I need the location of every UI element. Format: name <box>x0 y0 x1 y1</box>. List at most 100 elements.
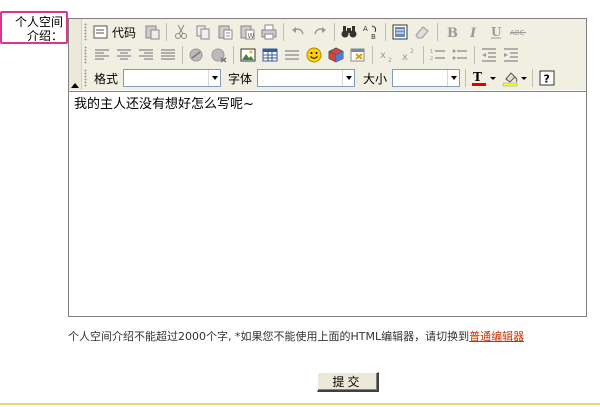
unordered-list-icon <box>452 49 467 60</box>
undo-button[interactable] <box>287 21 309 43</box>
svg-text:x: x <box>380 50 386 61</box>
print-button[interactable] <box>258 21 280 43</box>
align-center-button[interactable] <box>113 44 135 66</box>
justify-icon <box>161 49 175 60</box>
toolbar-grip-icon <box>84 46 87 64</box>
rich-text-editor: 代码 W A B B I U x 2 x 2 1 2 格式 字体 大小 T ? … <box>68 18 587 317</box>
ordered-list-icon: 12 <box>430 49 445 62</box>
paste-word-button[interactable]: W <box>236 21 258 43</box>
plain-editor-link[interactable]: 普通编辑器 <box>469 330 524 343</box>
special-char-button[interactable] <box>325 44 347 66</box>
cut-button[interactable] <box>170 21 192 43</box>
unlink-button[interactable] <box>208 44 230 66</box>
size-select[interactable] <box>392 69 460 87</box>
toolbar-row-3: 格式 字体 大小 T ? <box>82 67 586 89</box>
smiley-icon <box>306 47 322 63</box>
bold-button[interactable]: B <box>441 21 463 43</box>
outdent-icon <box>482 48 496 62</box>
table-icon <box>262 48 278 62</box>
redo-button[interactable] <box>309 21 331 43</box>
paste-button[interactable] <box>141 21 163 43</box>
replace-icon: AB <box>363 25 377 41</box>
editor-toolbar: 代码 W A B B I U x 2 x 2 1 2 格式 字体 大小 T ? <box>69 19 586 90</box>
toolbar-separator <box>233 46 234 64</box>
paste-icon <box>145 25 160 40</box>
format-label: 格式 <box>93 71 118 86</box>
ordered-list-button[interactable]: 12 <box>427 44 449 66</box>
source-code-button[interactable]: 代码 <box>91 21 137 43</box>
align-center-icon <box>117 49 131 60</box>
toolbar-row-1: 代码 W A B B I U <box>82 21 586 43</box>
font-select[interactable] <box>257 69 355 87</box>
chevron-down-icon[interactable] <box>208 70 220 86</box>
toolbar-separator <box>532 69 533 87</box>
cut-icon <box>175 24 187 39</box>
toolbar-separator <box>334 23 335 41</box>
toolbar-row-2: x2 x2 12 <box>82 44 586 66</box>
table-button[interactable] <box>259 44 281 66</box>
italic-button[interactable]: I <box>463 21 485 43</box>
align-right-icon <box>139 49 153 60</box>
editor-content-area[interactable]: 我的主人还没有想好怎么写呢~ <box>69 91 586 316</box>
background-color-button[interactable] <box>500 67 528 89</box>
superscript-button[interactable]: x2 <box>398 44 420 66</box>
replace-button[interactable]: AB <box>360 21 382 43</box>
svg-text:I: I <box>469 26 477 41</box>
bold-icon: B <box>447 26 458 41</box>
font-label: 字体 <box>227 71 252 86</box>
unordered-list-button[interactable] <box>449 44 471 66</box>
flash-button[interactable] <box>347 44 369 66</box>
svg-text:W: W <box>248 32 255 40</box>
subscript-button[interactable]: x2 <box>376 44 398 66</box>
superscript-icon: x2 <box>402 48 414 63</box>
collapse-toolbar-icon[interactable] <box>71 83 79 88</box>
copy-button[interactable] <box>192 21 214 43</box>
justify-button[interactable] <box>157 44 179 66</box>
toolbar-separator <box>437 23 438 41</box>
undo-icon <box>292 27 304 35</box>
copy-icon <box>196 25 210 40</box>
source-code-icon <box>93 25 108 39</box>
align-left-icon <box>95 49 109 60</box>
print-icon <box>261 24 277 40</box>
paste-word-icon: W <box>240 25 255 40</box>
toolbar-separator <box>474 46 475 64</box>
hint-text: 个人空间介绍不能超过2000个字, *如果您不能使用上面的HTML编辑器，请切换… <box>68 330 470 343</box>
text-color-button[interactable]: T <box>469 67 497 89</box>
image-button[interactable] <box>237 44 259 66</box>
format-select[interactable] <box>123 69 221 87</box>
find-button[interactable] <box>338 21 360 43</box>
indent-button[interactable] <box>500 44 522 66</box>
highlight-icon <box>502 72 517 87</box>
strikethrough-icon: ABC <box>510 29 526 37</box>
binoculars-icon <box>341 26 357 38</box>
remove-format-button[interactable] <box>411 21 433 43</box>
align-right-button[interactable] <box>135 44 157 66</box>
toolbar-separator <box>182 46 183 64</box>
unlink-icon <box>211 48 227 63</box>
paste-text-button[interactable] <box>214 21 236 43</box>
cube-icon <box>328 47 344 63</box>
svg-text:B: B <box>447 26 458 41</box>
select-all-button[interactable] <box>389 21 411 43</box>
svg-text:1: 1 <box>430 49 433 55</box>
smiley-button[interactable] <box>303 44 325 66</box>
underline-icon: U <box>491 25 502 39</box>
underline-button[interactable]: U <box>485 21 507 43</box>
svg-text:A: A <box>363 25 368 33</box>
chevron-down-icon[interactable] <box>342 70 354 86</box>
toolbar-separator <box>283 23 284 41</box>
submit-button[interactable]: 提交 <box>317 372 379 392</box>
svg-text:U: U <box>491 25 502 39</box>
horizontal-rule-button[interactable] <box>281 44 303 66</box>
about-button[interactable]: ? <box>536 67 558 89</box>
outdent-button[interactable] <box>478 44 500 66</box>
chevron-down-icon[interactable] <box>447 70 459 86</box>
size-label: 大小 <box>362 71 387 86</box>
chevron-down-icon <box>520 76 527 80</box>
link-button[interactable] <box>186 44 208 66</box>
svg-text:2: 2 <box>410 48 414 55</box>
bottom-divider <box>0 403 600 405</box>
strikethrough-button[interactable]: ABC <box>507 21 529 43</box>
align-left-button[interactable] <box>91 44 113 66</box>
